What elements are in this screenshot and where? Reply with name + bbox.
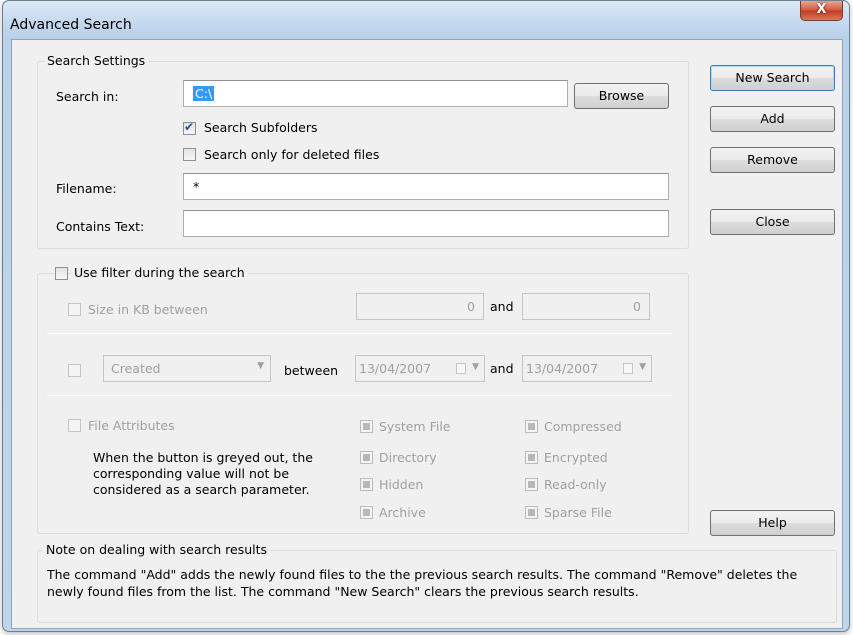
contains-text-label: Contains Text: <box>56 219 145 234</box>
chevron-down-icon: ▼ <box>639 362 646 372</box>
title-bar[interactable]: Advanced Search X <box>3 1 849 39</box>
directory-label: Directory <box>379 450 437 465</box>
size-min-value: 0 <box>467 299 475 314</box>
search-settings-legend: Search Settings <box>44 53 149 68</box>
search-subfolders-checkbox[interactable] <box>183 120 196 135</box>
use-filter-checkbox[interactable] <box>55 267 68 280</box>
size-filter-checkbox[interactable] <box>68 303 81 316</box>
advanced-search-dialog: Advanced Search X Search Settings Search… <box>2 0 850 632</box>
hidden-toggle[interactable] <box>360 478 373 491</box>
date-kind-value: Created <box>111 361 161 376</box>
deleted-only-label: Search only for deleted files <box>204 147 380 162</box>
directory-toggle[interactable] <box>360 451 373 464</box>
size-max-value: 0 <box>633 299 641 314</box>
new-search-button[interactable]: New Search <box>710 65 835 91</box>
filename-input[interactable]: * <box>183 173 669 200</box>
add-button[interactable]: Add <box>710 106 835 132</box>
archive-label: Archive <box>379 505 426 520</box>
date-from-picker[interactable]: 13/04/2007 ▼ <box>355 355 485 382</box>
date-from-value: 13/04/2007 <box>359 361 432 376</box>
encrypted-label: Encrypted <box>544 450 608 465</box>
deleted-only-checkbox[interactable] <box>183 148 196 161</box>
system-file-label: System File <box>379 419 451 434</box>
file-attributes-hint: When the button is greyed out, the corre… <box>93 450 313 497</box>
dialog-client-area: Search Settings Search in: C:\ Browse Se… <box>11 39 843 629</box>
note-legend: Note on dealing with search results <box>43 542 271 557</box>
date-to-picker[interactable]: 13/04/2007 ▼ <box>522 355 652 382</box>
chevron-down-icon: ▼ <box>257 361 264 371</box>
filter-divider-2 <box>47 395 672 396</box>
size-and-label: and <box>490 299 514 314</box>
date-to-value: 13/04/2007 <box>526 361 599 376</box>
close-button[interactable]: Close <box>710 209 835 235</box>
sparse-file-label: Sparse File <box>544 505 612 520</box>
filter-divider-1 <box>47 333 672 334</box>
system-file-toggle[interactable] <box>360 420 373 433</box>
size-max-input[interactable]: 0 <box>522 293 650 320</box>
between-label: between <box>284 363 339 378</box>
file-attributes-label: File Attributes <box>88 418 175 433</box>
browse-button[interactable]: Browse <box>574 83 669 109</box>
hidden-label: Hidden <box>379 477 424 492</box>
help-button[interactable]: Help <box>710 510 835 536</box>
window-title: Advanced Search <box>10 17 132 33</box>
calendar-icon <box>456 363 466 374</box>
compressed-label: Compressed <box>544 419 622 434</box>
archive-toggle[interactable] <box>360 506 373 519</box>
date-filter-checkbox[interactable] <box>68 364 81 377</box>
date-kind-select[interactable]: Created ▼ <box>103 355 271 382</box>
sparse-file-toggle[interactable] <box>525 506 538 519</box>
file-attributes-checkbox[interactable] <box>68 419 81 432</box>
size-filter-label: Size in KB between <box>88 302 208 317</box>
search-in-label: Search in: <box>56 89 119 104</box>
size-min-input[interactable]: 0 <box>356 293 484 320</box>
filename-label: Filename: <box>56 181 117 196</box>
read-only-label: Read-only <box>544 477 607 492</box>
note-text: The command "Add" adds the newly found f… <box>47 567 798 599</box>
search-in-input[interactable]: C:\ <box>183 80 568 107</box>
encrypted-toggle[interactable] <box>525 451 538 464</box>
date-and-label: and <box>490 361 514 376</box>
compressed-toggle[interactable] <box>525 420 538 433</box>
search-in-value: C:\ <box>193 86 215 101</box>
chevron-down-icon: ▼ <box>472 362 479 372</box>
contains-text-input[interactable] <box>183 210 669 237</box>
filename-value: * <box>193 179 200 194</box>
search-subfolders-label: Search Subfolders <box>204 120 318 135</box>
remove-button[interactable]: Remove <box>710 147 835 173</box>
calendar-icon <box>623 363 633 374</box>
read-only-toggle[interactable] <box>525 478 538 491</box>
use-filter-label: Use filter during the search <box>71 265 248 280</box>
window-close-button[interactable]: X <box>800 1 843 21</box>
